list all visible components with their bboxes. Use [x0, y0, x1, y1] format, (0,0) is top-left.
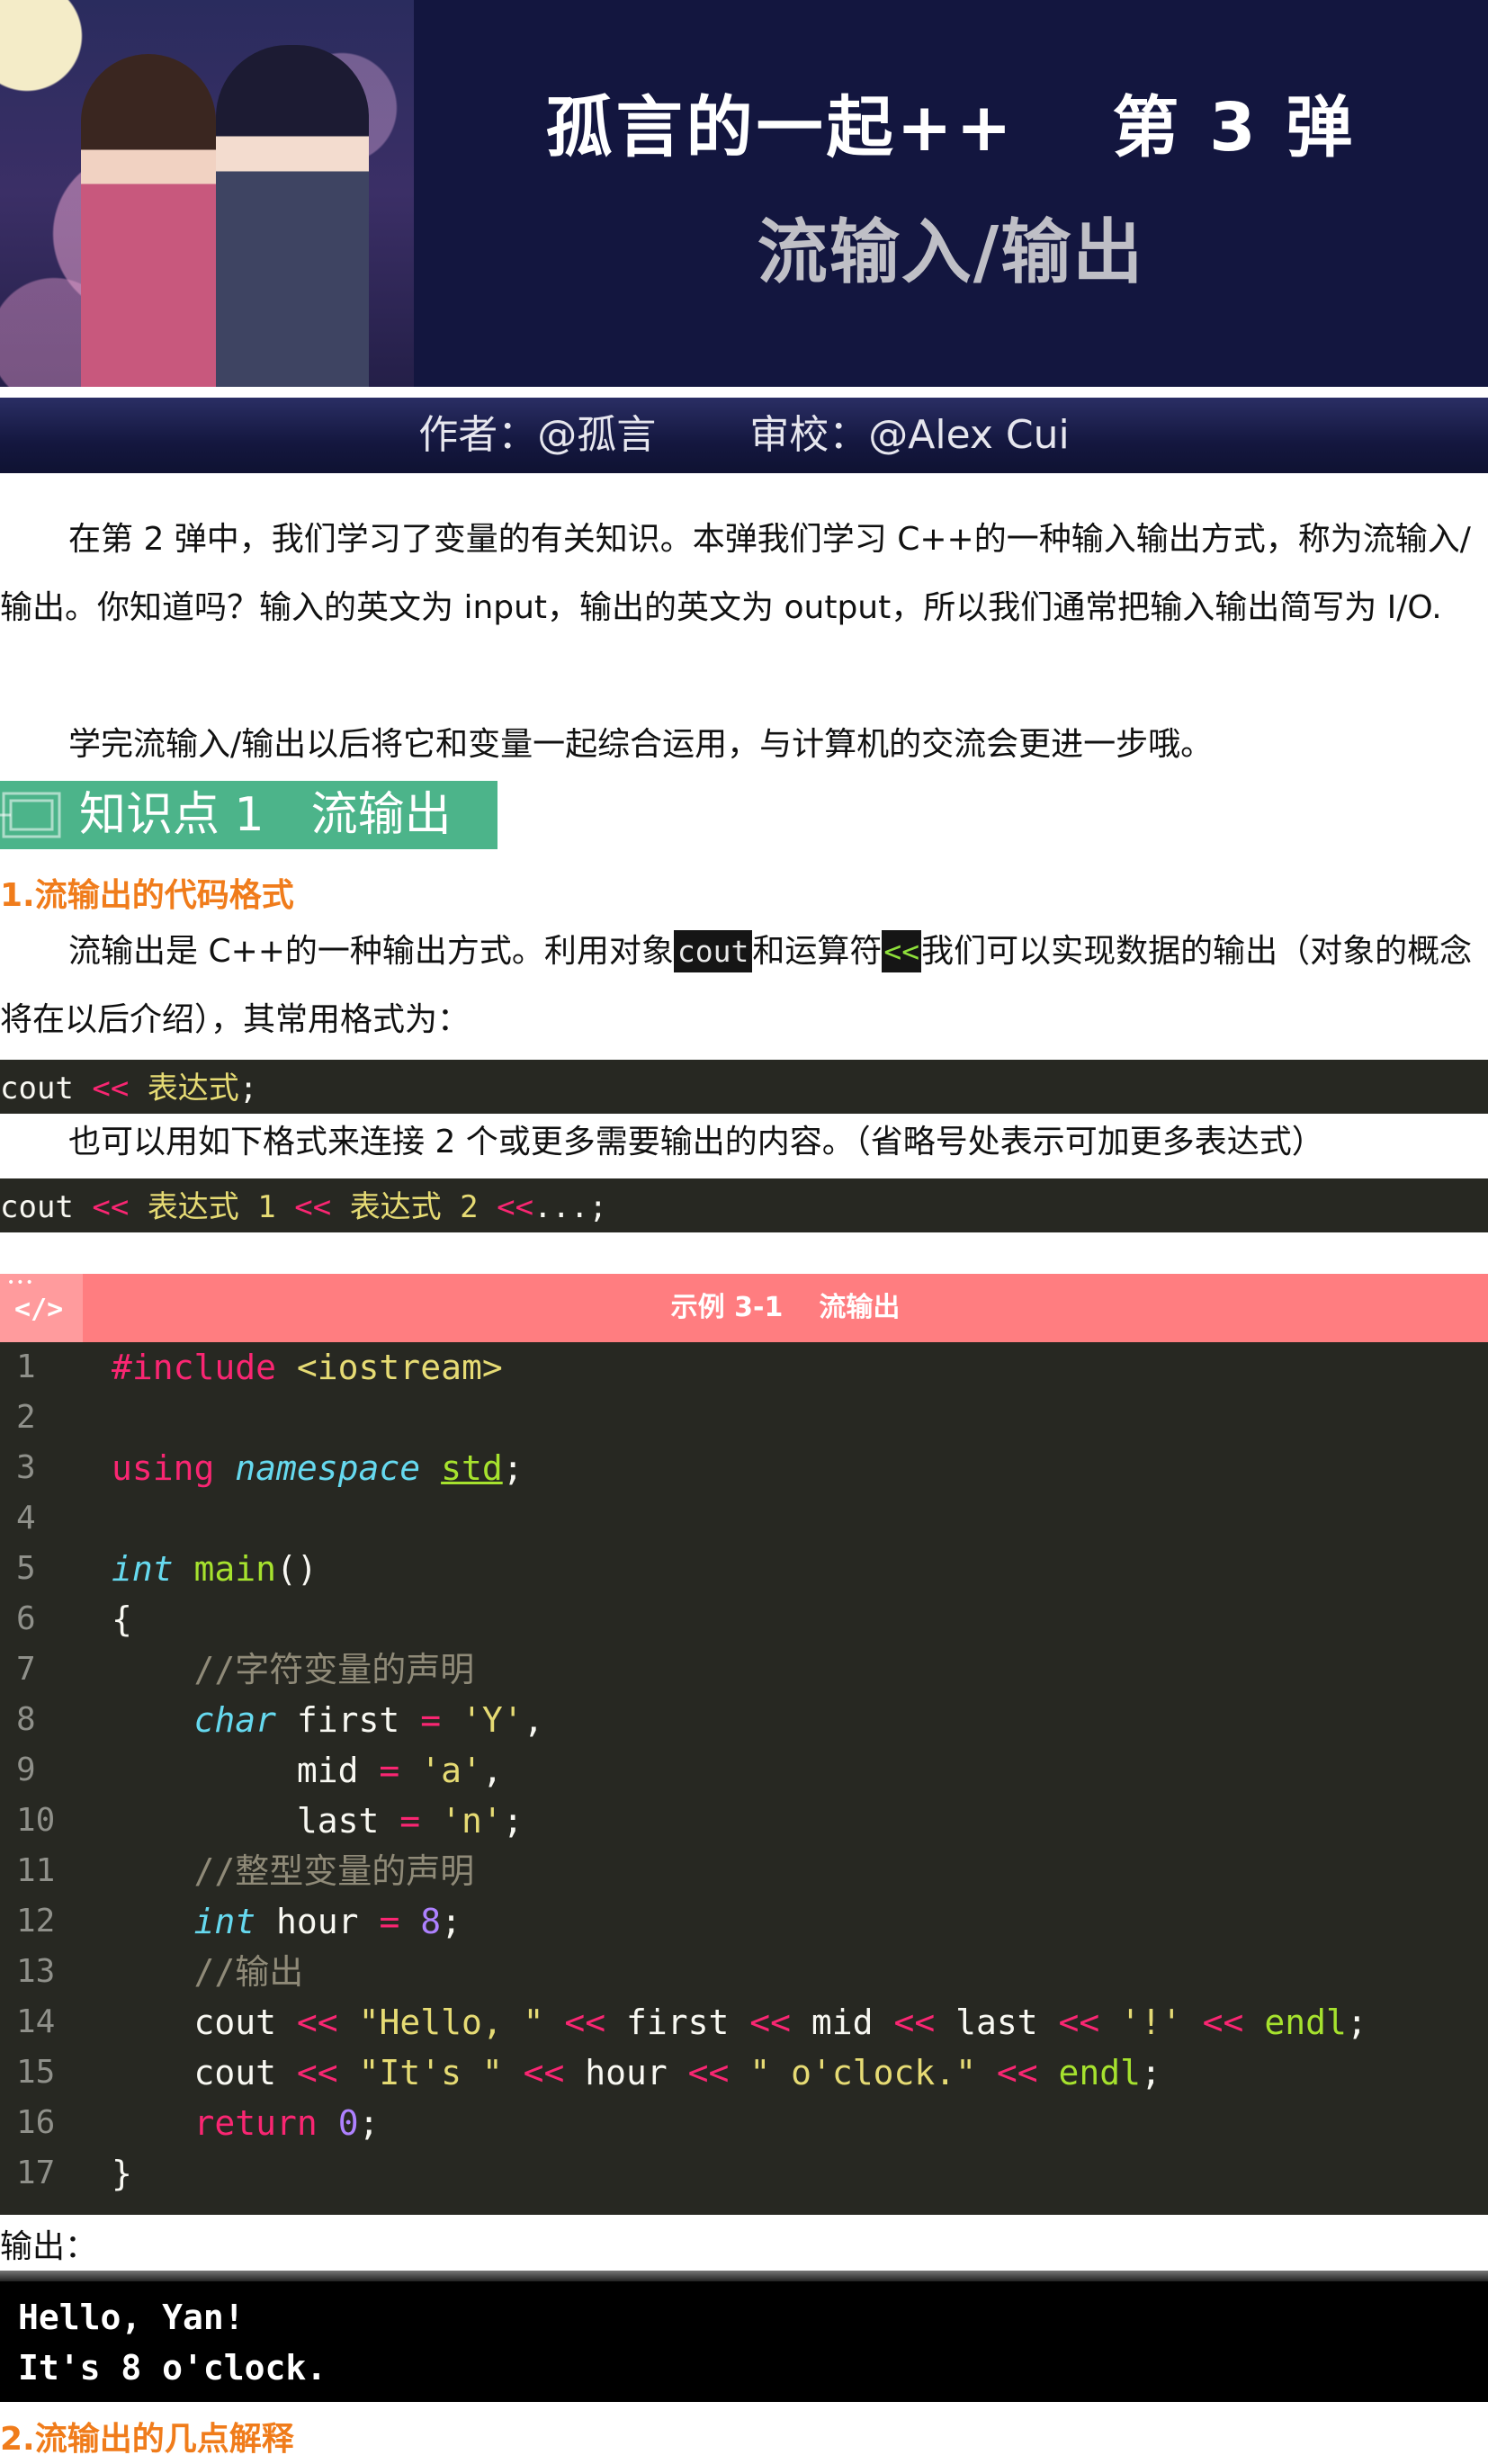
illustration-figure-left: [81, 54, 216, 387]
line-number: 8: [16, 1701, 36, 1738]
format-code-chained: cout << 表达式 1 << 表达式 2 <<...;: [0, 1178, 1488, 1232]
code-line: 4: [0, 1493, 1488, 1544]
code-line: 12 int hour = 8;: [0, 1896, 1488, 1947]
line-number: 12: [16, 1903, 56, 1940]
reviewer-label: 审校：@Alex Cui: [749, 412, 1070, 458]
code-line: 7 //字符变量的声明: [0, 1644, 1488, 1695]
code-line: 15 cout << "It's " << hour << " o'clock.…: [0, 2047, 1488, 2098]
example-name: 流输出: [819, 1292, 901, 1323]
code-line: 3 using namespace std;: [0, 1443, 1488, 1493]
line-number: 15: [16, 2054, 56, 2091]
series-title: 孤言的一起++ 第 3 弹: [545, 89, 1357, 166]
stream-output-description: 流输出是 C++的一种输出方式。利用对象 cout 和运算符<<我们可以实现数据的输…: [0, 918, 1488, 1054]
example-icon-box: ••• </>: [0, 1274, 83, 1342]
example-number: 示例 3-1: [670, 1292, 784, 1323]
code-line: 14 cout << "Hello, " << first << mid << …: [0, 1997, 1488, 2047]
code-line: 1 #include <iostream>: [0, 1342, 1488, 1393]
code-line: 17}: [0, 2148, 1488, 2199]
format2-operator-2: <<: [294, 1189, 332, 1225]
output-line: Hello, Yan!: [18, 2298, 245, 2337]
code-line: 6{: [0, 1594, 1488, 1644]
chapter-title: 流输入/输出: [757, 212, 1145, 293]
subheading-code-format: 1.流输出的代码格式: [0, 877, 294, 914]
inline-code-cout: cout: [673, 930, 753, 972]
output-line: It's 8 o'clock.: [18, 2348, 327, 2388]
header-banner: 孤言的一起++ 第 3 弹 流输入/输出: [0, 0, 1488, 387]
code-line: 2: [0, 1393, 1488, 1443]
code-line: 16 return 0;: [0, 2098, 1488, 2148]
format1-semicolon: ;: [238, 1071, 258, 1107]
format1-cout: cout: [0, 1071, 74, 1107]
format2-cout: cout: [0, 1189, 74, 1225]
line-number: 4: [16, 1500, 36, 1537]
format2-expression-1: 表达式 1: [147, 1189, 276, 1225]
output-label: 输出：: [0, 2228, 98, 2265]
console-output: Hello, Yan! It's 8 o'clock.: [0, 2281, 1488, 2402]
section-heading-1: 知识点 1 流输出: [0, 781, 497, 849]
section-book-icon: [0, 792, 61, 838]
example-title: 示例 3-1 流输出: [83, 1274, 1488, 1342]
banner-illustration: [0, 0, 414, 387]
example-header: ••• </> 示例 3-1 流输出: [0, 1274, 1488, 1342]
line-number: 14: [16, 2003, 56, 2040]
format2-operator-1: <<: [92, 1189, 130, 1225]
format1-expression: 表达式: [147, 1071, 239, 1107]
line-number: 6: [16, 1600, 36, 1637]
window-dots-icon: •••: [7, 1276, 35, 1290]
format-code-single: cout << 表达式;: [0, 1060, 1488, 1114]
line-number: 2: [16, 1399, 36, 1436]
line-number: 16: [16, 2104, 56, 2141]
subheading-explanations: 2.流输出的几点解释: [0, 2421, 294, 2458]
intro-paragraph-1: 在第 2 弹中，我们学习了变量的有关知识。本弹我们学习 C++的一种输入输出方式…: [0, 521, 1471, 626]
format1-operator: <<: [92, 1071, 130, 1107]
intro-paragraph-2: 学完流输入/输出以后将它和变量一起综合运用，与计算机的交流会更进一步哦。: [68, 726, 1214, 763]
output-top-edge: [0, 2271, 1488, 2281]
line-number: 5: [16, 1550, 36, 1587]
inline-code-operator: <<: [882, 930, 922, 972]
example-code-block: 1 #include <iostream> 2 3 using namespace …: [0, 1342, 1488, 2215]
code-line: 10 last = 'n';: [0, 1796, 1488, 1846]
code-line: 9 mid = 'a',: [0, 1745, 1488, 1796]
code-line: 11 //整型变量的声明: [0, 1846, 1488, 1896]
author-label: 作者：@孤言: [418, 412, 657, 458]
section-heading-text: 知识点 1 流输出: [79, 788, 452, 842]
line-number: 10: [16, 1802, 56, 1839]
line-number: 3: [16, 1449, 36, 1486]
line-number: 11: [16, 1852, 56, 1889]
line-number: 1: [16, 1348, 36, 1385]
illustration-figure-right: [216, 45, 369, 387]
line-number: 17: [16, 2155, 56, 2191]
chaining-note: 也可以用如下格式来连接 2 个或更多需要输出的内容。（省略号处表示可加更多表达式…: [68, 1124, 1324, 1160]
code-line: 13 //输出: [0, 1947, 1488, 1997]
format2-operator-3: <<: [497, 1189, 534, 1225]
line-number: 9: [16, 1752, 36, 1788]
format2-expression-2: 表达式 2: [349, 1189, 479, 1225]
code-icon: </>: [14, 1294, 64, 1325]
line-number: 13: [16, 1953, 56, 1990]
desc-text-b: 和运算符: [752, 933, 883, 970]
format2-tail: ...;: [533, 1189, 607, 1225]
author-bar: 作者：@孤言 审校：@Alex Cui: [0, 398, 1488, 473]
line-number: 7: [16, 1651, 36, 1688]
banner-divider: [0, 387, 1488, 392]
desc-text-a: 流输出是 C++的一种输出方式。利用对象: [68, 933, 674, 970]
code-line: 5 int main(): [0, 1544, 1488, 1594]
code-line: 8 char first = 'Y',: [0, 1695, 1488, 1745]
